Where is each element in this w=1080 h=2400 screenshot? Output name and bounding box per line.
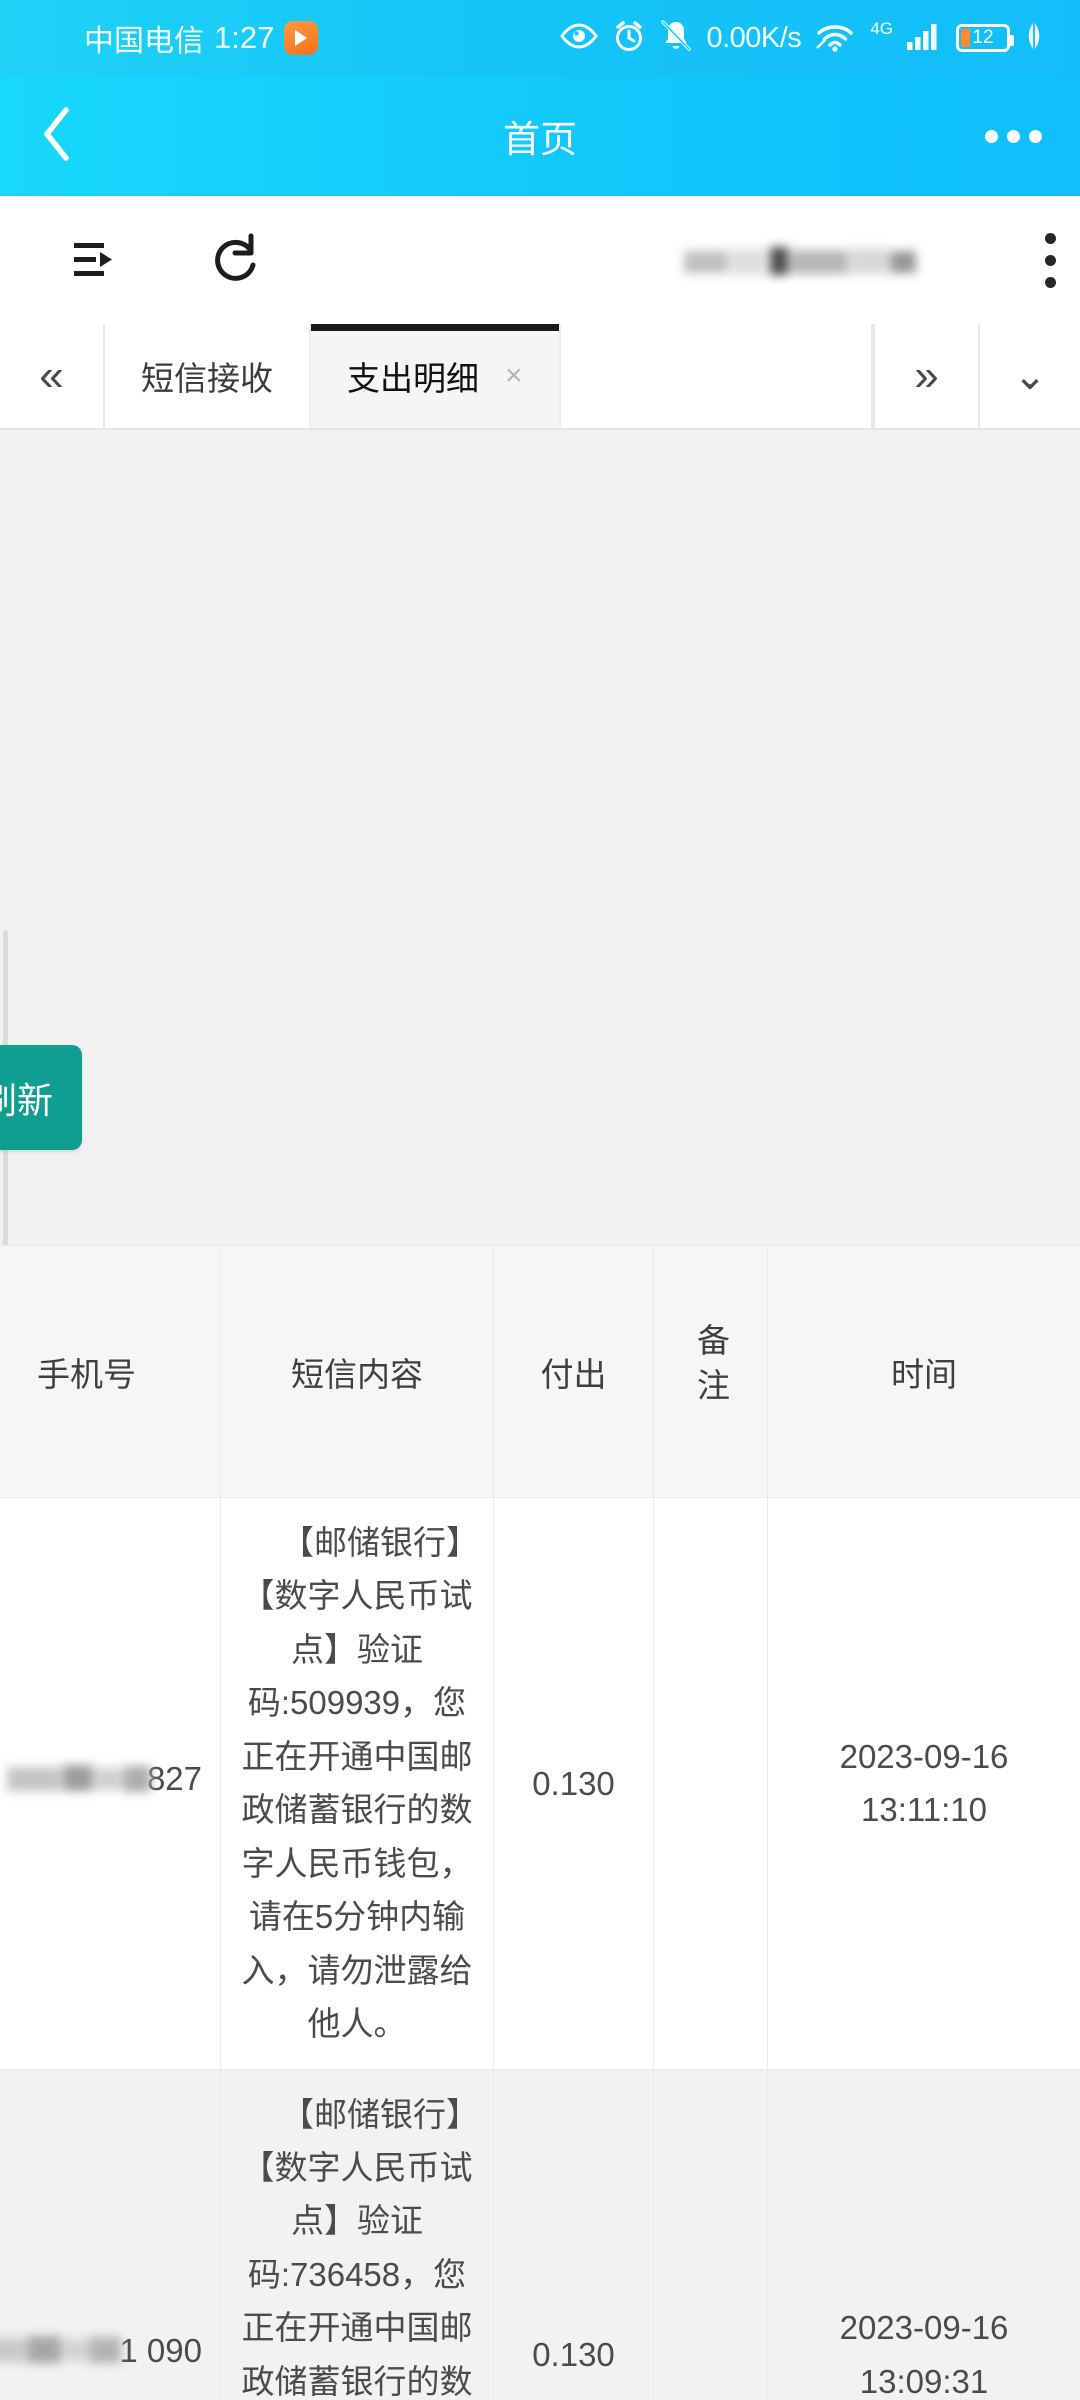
tab-sms-receive[interactable]: 短信接收	[105, 324, 311, 428]
double-chevron-left-icon[interactable]: «	[0, 324, 105, 428]
table-body: 827 【邮储银行】【数字人民币试点】验证码:509939，您正在开通中国邮政储…	[0, 1497, 1080, 2400]
cell-phone-visible-digits: 1 090	[119, 2331, 202, 2369]
status-bar-right: 0.00K/s 4G 12	[560, 19, 1044, 58]
play-badge-icon	[284, 21, 319, 55]
chevron-down-icon[interactable]: ⌄	[978, 324, 1080, 428]
masked-phone-digits	[0, 2330, 125, 2370]
table-row[interactable]: 827 【邮储银行】【数字人民币试点】验证码:509939，您正在开通中国邮政储…	[0, 1497, 1080, 2070]
more-vertical-icon[interactable]	[1020, 232, 1080, 288]
tab-strip: « 短信接收 支出明细 × » ⌄	[0, 324, 1080, 430]
reload-icon[interactable]	[210, 232, 262, 288]
expense-table-wrapper: 手机号 短信内容 付出 备注 时间 827 【邮储银行】【数字人民币试点】验证码…	[0, 1245, 1080, 2400]
signal-bars-icon	[906, 21, 942, 56]
battery-icon: 12	[956, 24, 1014, 52]
refresh-button[interactable]: 刷新	[0, 1045, 82, 1150]
masked-url-text	[684, 241, 934, 279]
table-header-row: 手机号 短信内容 付出 备注 时间	[0, 1245, 1080, 1498]
address-bar-masked[interactable]	[684, 234, 984, 286]
cell-phone: 827	[0, 1497, 221, 2070]
battery-level-label: 12	[972, 27, 994, 48]
eye-icon	[560, 22, 599, 54]
column-header-amount[interactable]: 付出	[493, 1245, 654, 1498]
close-icon[interactable]: ×	[505, 359, 523, 393]
cell-phone-visible-digits: 827	[146, 1760, 202, 1798]
column-header-time[interactable]: 时间	[767, 1245, 1080, 1498]
column-header-phone[interactable]: 手机号	[0, 1245, 221, 1498]
list-menu-icon[interactable]	[70, 237, 122, 283]
table-row[interactable]: 1 090 【邮储银行】【数字人民币试点】验证码:736458，您正在开通中国邮…	[0, 2068, 1080, 2400]
more-horizontal-icon[interactable]	[985, 129, 1042, 143]
network-type-label: 4G	[870, 19, 893, 38]
cell-time: 2023-09-16 13:09:31	[767, 2068, 1080, 2400]
battery-leaf-icon	[1024, 20, 1044, 57]
network-speed-label: 0.00K/s	[706, 21, 802, 54]
status-bar-left: 中国电信 1:27	[84, 16, 319, 60]
column-header-sms[interactable]: 短信内容	[220, 1245, 494, 1498]
cell-note	[653, 1497, 768, 2070]
clock-label: 1:27	[214, 20, 275, 55]
cell-time: 2023-09-16 13:11:10	[767, 1497, 1080, 2070]
cell-sms: 【邮储银行】【数字人民币试点】验证码:736458，您正在开通中国邮政储蓄银行的…	[220, 2068, 494, 2400]
app-title-bar: 首页	[0, 76, 1080, 196]
cell-amount: 0.130	[493, 2068, 654, 2400]
table-header: 手机号 短信内容 付出 备注 时间	[0, 1245, 1080, 1498]
cell-phone: 1 090	[0, 2068, 221, 2400]
wifi-icon	[815, 20, 855, 57]
bell-off-icon	[660, 19, 692, 58]
refresh-button-label: 刷新	[0, 1079, 53, 1121]
masked-phone-digits	[3, 1759, 153, 1799]
cell-sms: 【邮储银行】【数字人民币试点】验证码:509939，您正在开通中国邮政储蓄银行的…	[220, 1497, 494, 2070]
alarm-clock-icon	[612, 19, 646, 58]
status-bar: 中国电信 1:27 0.00K/s 4G 12	[0, 0, 1080, 76]
tab-label: 支出明细	[347, 360, 479, 397]
expense-table: 手机号 短信内容 付出 备注 时间 827 【邮储银行】【数字人民币试点】验证码…	[0, 1245, 1080, 2400]
tab-strip-empty-space	[560, 324, 873, 428]
cell-note	[653, 2068, 768, 2400]
carrier-label: 中国电信	[84, 25, 204, 58]
web-page-viewport: 刷新 手机号 短信内容 付出 备注	[0, 430, 1080, 2400]
column-header-note[interactable]: 备注	[653, 1245, 768, 1498]
tab-label: 短信接收	[141, 360, 273, 397]
page-title: 首页	[503, 119, 577, 160]
phone-screen: 中国电信 1:27 0.00K/s 4G 12 首页 « 短信接收 支出明细 ×…	[0, 0, 1080, 2400]
tab-expense-detail[interactable]: 支出明细 ×	[311, 324, 561, 428]
cell-amount: 0.130	[493, 1497, 654, 2070]
browser-toolbar	[0, 196, 1080, 324]
double-chevron-right-icon[interactable]: »	[873, 324, 978, 428]
